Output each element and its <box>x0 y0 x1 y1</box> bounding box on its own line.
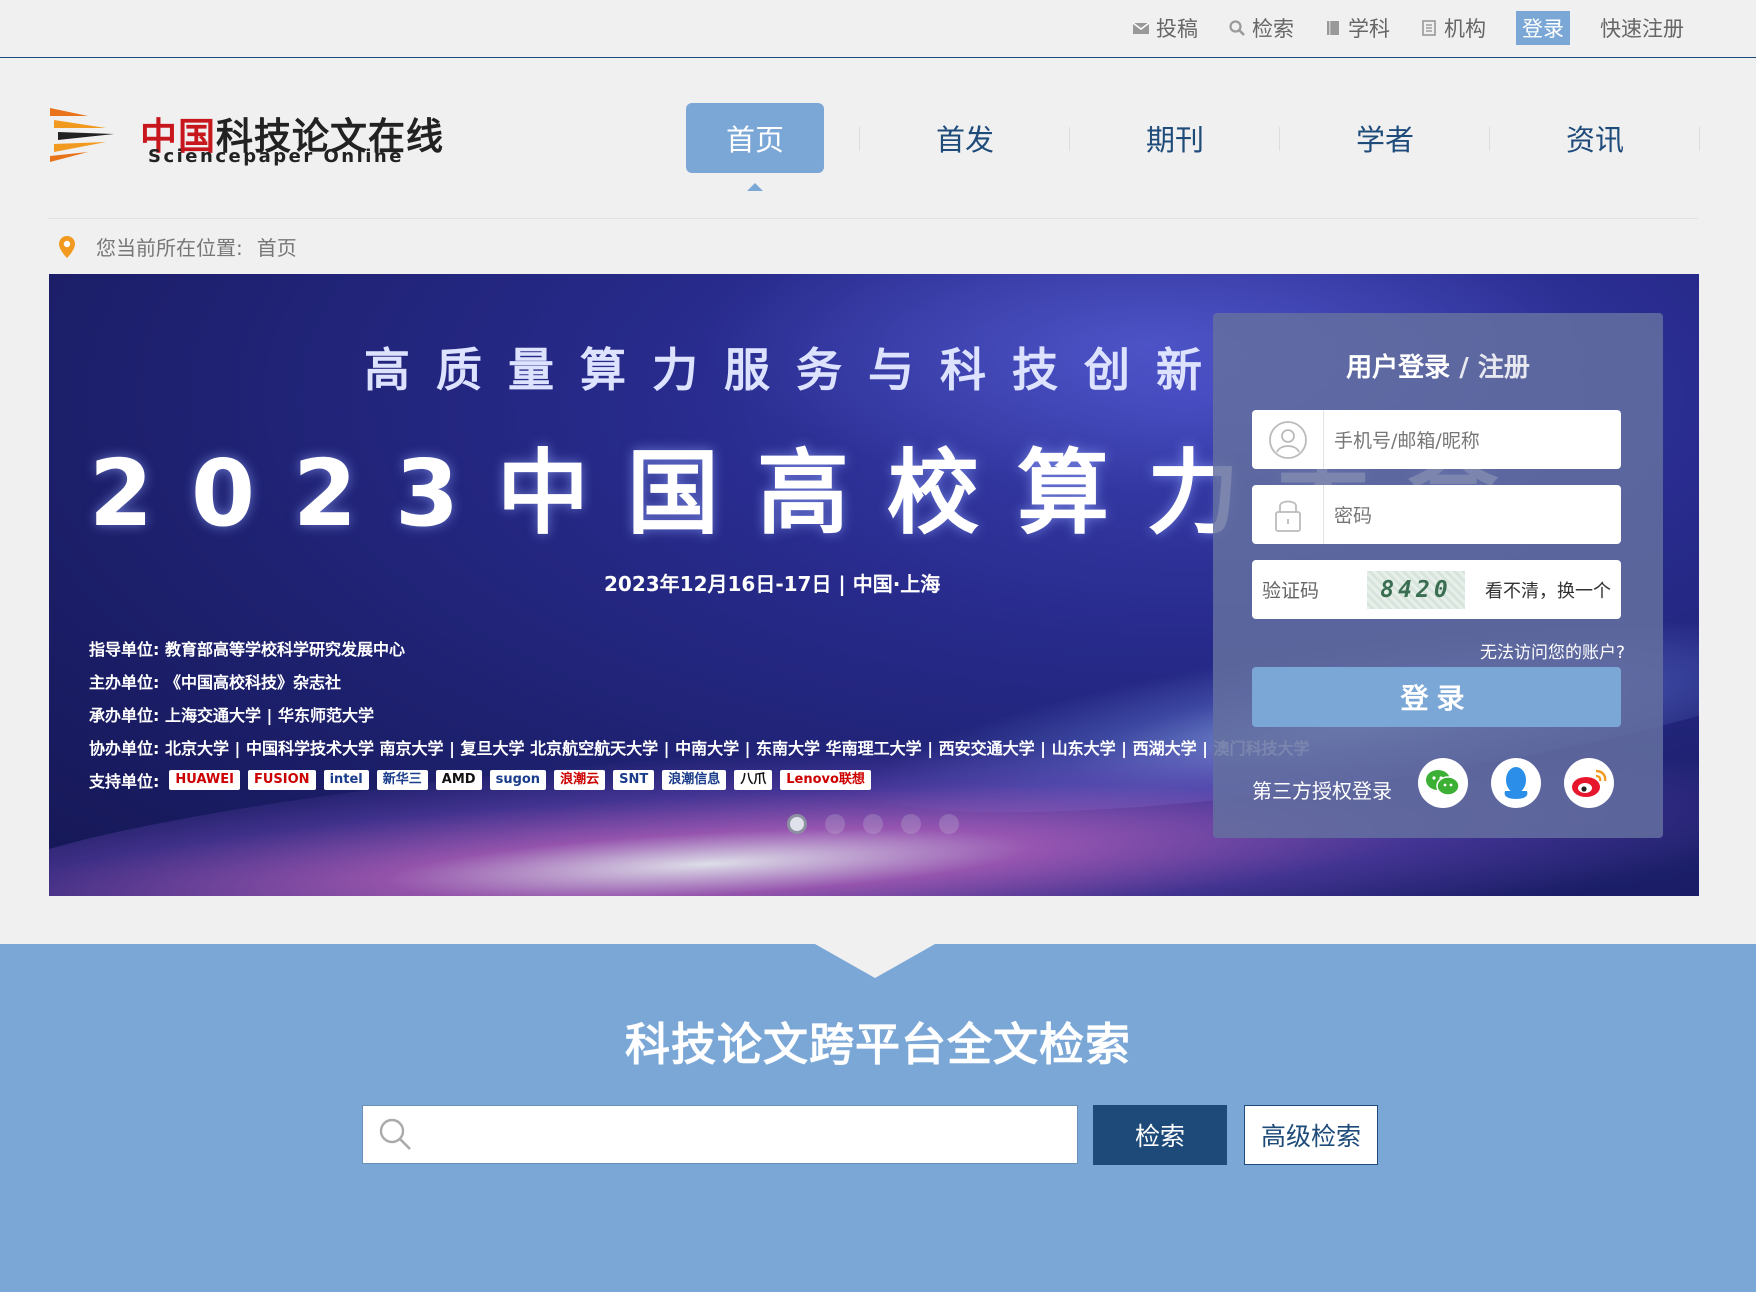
nav-first-release[interactable]: 首发 <box>860 103 1070 173</box>
banner-date: 2023年12月16日-17日 | 中国·上海 <box>604 572 941 596</box>
user-icon <box>1252 410 1324 469</box>
wechat-icon <box>1426 770 1460 796</box>
breadcrumb-current[interactable]: 首页 <box>257 232 297 261</box>
top-nav-subject-label: 学科 <box>1348 17 1390 41</box>
sponsor-logo: 浪潮信息 <box>662 770 727 790</box>
forgot-account-link[interactable]: 无法访问您的账户? <box>1480 638 1625 663</box>
search-section-notch <box>815 944 935 978</box>
sponsor-logo: 八爪 <box>734 770 773 790</box>
banner-sponsors: 支持单位: HUAWEI FUSION intel 新华三 AMD sugon … <box>89 768 879 792</box>
sponsors-label: 支持单位: <box>89 772 160 791</box>
nav-active-caret <box>747 183 763 191</box>
sponsor-logo: Lenovo联想 <box>780 770 871 790</box>
top-nav-submit-label: 投稿 <box>1156 17 1198 41</box>
carousel-dot-4[interactable] <box>901 814 921 834</box>
nav-journals[interactable]: 期刊 <box>1070 103 1280 173</box>
top-nav-search-label: 检索 <box>1252 17 1294 41</box>
search-title: 科技论文跨平台全文检索 <box>624 1018 1131 1071</box>
search-icon <box>1229 20 1245 36</box>
book-icon <box>1327 21 1339 35</box>
nav-scholars[interactable]: 学者 <box>1280 103 1490 173</box>
banner-org-line: 主办单位: 《中国高校科技》杂志社 <box>89 673 341 692</box>
nav-home[interactable]: 首页 <box>650 103 860 191</box>
weibo-login-button[interactable] <box>1564 758 1614 808</box>
carousel-dot-1[interactable] <box>787 814 807 834</box>
carousel-dot-3[interactable] <box>863 814 883 834</box>
top-register-link[interactable]: 快速注册 <box>1600 13 1684 43</box>
login-title-sep: / <box>1459 353 1469 383</box>
password-field[interactable]: 密码 <box>1252 485 1621 544</box>
sponsor-logo: sugon <box>489 770 547 790</box>
top-nav-institution-label: 机构 <box>1444 17 1486 41</box>
banner-org-line: 指导单位: 教育部高等学校科学研究发展中心 <box>89 640 405 659</box>
banner-subtitle: 高质量算力服务与科技创新 <box>364 343 1228 397</box>
captcha-refresh-link[interactable]: 看不清，换一个 <box>1485 577 1611 603</box>
login-title-register[interactable]: 注册 <box>1478 353 1530 383</box>
header-divider <box>48 218 1698 219</box>
qq-icon <box>1504 767 1528 799</box>
carousel-dot-2[interactable] <box>825 814 845 834</box>
search-button[interactable]: 检索 <box>1093 1105 1227 1165</box>
sponsor-logo: 浪潮云 <box>554 770 606 790</box>
lock-icon <box>1252 485 1324 544</box>
carousel-dots <box>787 814 977 834</box>
sponsor-logo: SNT <box>613 770 655 790</box>
captcha-image[interactable]: 8420 <box>1367 570 1465 609</box>
top-nav: 投稿 检索 学科 机构 登录 快速注册 <box>1102 0 1684 56</box>
weibo-icon <box>1572 769 1607 797</box>
login-button[interactable]: 登录 <box>1252 667 1621 727</box>
breadcrumb-prefix: 您当前所在位置: <box>96 236 243 260</box>
username-field[interactable]: 手机号/邮箱/昵称 <box>1252 410 1621 469</box>
username-placeholder: 手机号/邮箱/昵称 <box>1334 430 1480 452</box>
login-title: 用户登录 / 注册 <box>1213 347 1663 384</box>
nav-home-label: 首页 <box>686 103 824 173</box>
login-title-login[interactable]: 用户登录 <box>1346 353 1450 383</box>
main-nav: 首页 首发 期刊 学者 资讯 <box>650 103 1700 191</box>
location-pin-icon <box>59 235 75 258</box>
top-bar: 投稿 检索 学科 机构 登录 快速注册 <box>0 0 1756 58</box>
sponsor-logo: HUAWEI <box>169 770 240 790</box>
captcha-field[interactable]: 验证码 8420 看不清，换一个 <box>1252 560 1621 619</box>
top-login-link[interactable]: 登录 <box>1516 11 1570 45</box>
sponsor-logo: AMD <box>435 770 482 790</box>
top-nav-institution[interactable]: 机构 <box>1420 13 1486 43</box>
nav-news[interactable]: 资讯 <box>1490 103 1700 173</box>
captcha-label: 验证码 <box>1262 580 1320 602</box>
qq-login-button[interactable] <box>1491 758 1541 808</box>
banner-org-line: 协办单位: 北京大学 | 中国科学技术大学 南京大学 | 复旦大学 北京航空航天… <box>89 739 1310 758</box>
password-placeholder: 密码 <box>1334 505 1373 527</box>
wechat-login-button[interactable] <box>1418 758 1468 808</box>
logo-arrow-icon <box>50 108 114 162</box>
site-logo[interactable]: 中国科技论文在线 Sciencepaper Online <box>48 98 468 168</box>
search-input[interactable] <box>362 1105 1078 1164</box>
top-nav-subject[interactable]: 学科 <box>1324 13 1390 43</box>
mail-icon <box>1132 22 1150 34</box>
login-panel: 用户登录 / 注册 手机号/邮箱/昵称 密码 验证码 8420 看不清，换一个 … <box>1213 313 1663 838</box>
sponsor-logo: FUSION <box>247 770 316 790</box>
carousel-dot-5[interactable] <box>939 814 959 834</box>
top-nav-search[interactable]: 检索 <box>1228 13 1294 43</box>
advanced-search-button[interactable]: 高级检索 <box>1244 1105 1378 1165</box>
sponsor-logo: 新华三 <box>376 770 428 790</box>
top-nav-submit[interactable]: 投稿 <box>1132 13 1198 43</box>
building-icon <box>1422 20 1436 36</box>
breadcrumb: 您当前所在位置: 首页 <box>58 232 297 261</box>
logo-english-text: Sciencepaper Online <box>148 146 404 167</box>
sponsor-logo: intel <box>323 770 369 790</box>
search-icon <box>379 1118 411 1150</box>
third-party-login-label: 第三方授权登录 <box>1252 779 1392 803</box>
banner-org-line: 承办单位: 上海交通大学 | 华东师范大学 <box>89 706 374 725</box>
